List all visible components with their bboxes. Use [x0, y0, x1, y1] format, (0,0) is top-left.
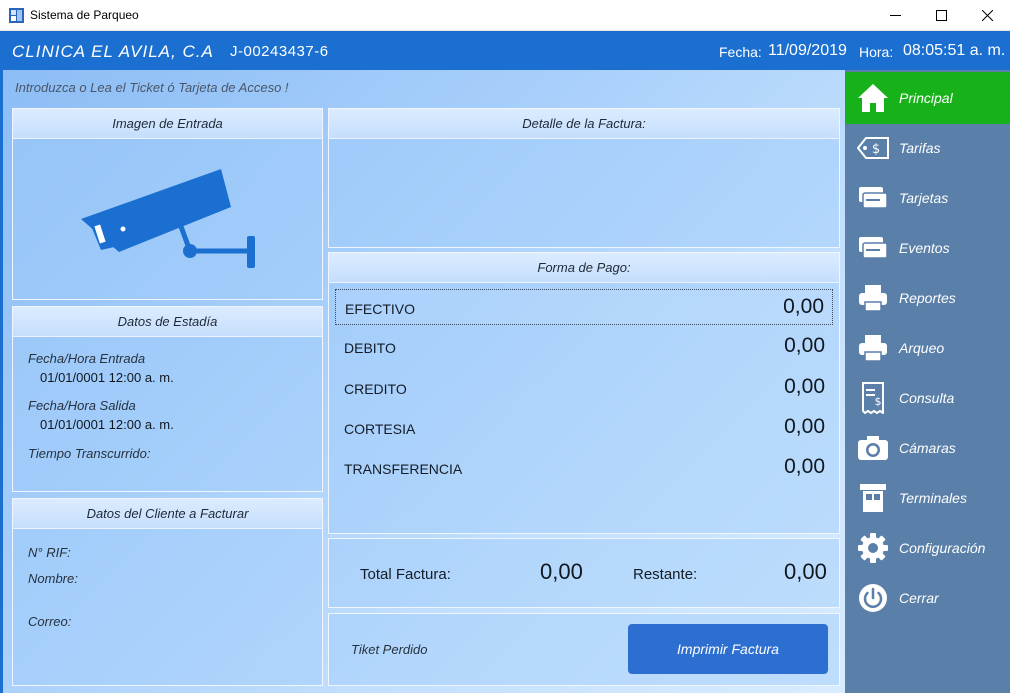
svg-text:$: $	[872, 142, 880, 157]
payment-method-name: CREDITO	[344, 381, 407, 397]
exit-datetime-value: 01/01/0001 12:00 a. m.	[40, 417, 174, 432]
main-content: Introduzca o Lea el Ticket ó Tarjeta de …	[0, 70, 845, 693]
payment-method-panel: Forma de Pago: EFECTIVO 0,00 DEBITO 0,00…	[328, 252, 840, 534]
elapsed-time-label: Tiempo Transcurrido:	[28, 446, 151, 461]
client-email-label: Correo:	[28, 614, 72, 629]
payment-method-name: DEBITO	[344, 340, 396, 356]
sidebar-item-principal[interactable]: Principal	[845, 72, 1010, 124]
sidebar-item-label: Configuración	[899, 540, 986, 556]
payment-amount: 0,00	[784, 334, 825, 357]
entry-datetime-label: Fecha/Hora Entrada	[28, 351, 146, 366]
booth-icon	[860, 484, 886, 512]
gear-icon	[858, 533, 888, 563]
payment-method-name: TRANSFERENCIA	[344, 461, 463, 477]
close-icon	[981, 10, 993, 21]
client-data-panel: Datos del Cliente a Facturar N° RIF: Nom…	[12, 498, 323, 686]
panel-title: Datos de Estadía	[13, 307, 322, 337]
sidebar-item-label: Terminales	[899, 490, 967, 506]
sidebar-item-label: Cámaras	[899, 440, 956, 456]
client-rif-label: N° RIF:	[28, 545, 71, 560]
entry-image-panel: Imagen de Entrada	[12, 108, 323, 300]
invoice-detail-panel: Detalle de la Factura:	[328, 108, 840, 248]
close-button[interactable]	[964, 0, 1010, 31]
sidebar-item-label: Tarifas	[899, 140, 941, 156]
payment-amount: 0,00	[784, 415, 825, 438]
time-label: Hora:	[859, 44, 894, 60]
sidebar-item-reportes[interactable]: Reportes	[845, 272, 1010, 324]
actions-panel: Tiket Perdido Imprimir Factura	[328, 613, 840, 686]
svg-text:$: $	[875, 395, 882, 408]
payment-amount: 0,00	[784, 375, 825, 398]
remaining-value: 0,00	[784, 559, 827, 584]
payment-row-transferencia[interactable]: TRANSFERENCIA 0,00	[335, 450, 833, 486]
cards-icon	[859, 237, 888, 259]
payment-method-name: EFECTIVO	[345, 301, 416, 317]
sidebar-item-label: Cerrar	[899, 590, 939, 606]
panel-title: Imagen de Entrada	[13, 109, 322, 139]
sidebar-item-tarifas[interactable]: $ Tarifas	[845, 122, 1010, 174]
payment-amount: 0,00	[783, 295, 824, 318]
panel-title: Forma de Pago:	[329, 253, 839, 283]
printer-icon	[859, 285, 887, 312]
company-name: CLINICA EL AVILA, C.A	[12, 42, 214, 61]
payment-row-efectivo[interactable]: EFECTIVO 0,00	[335, 289, 833, 325]
exit-datetime-label: Fecha/Hora Salida	[28, 398, 136, 413]
cards-icon	[859, 187, 888, 209]
stay-data-panel: Datos de Estadía Fecha/Hora Entrada 01/0…	[12, 306, 323, 492]
payment-row-debito[interactable]: DEBITO 0,00	[335, 329, 833, 365]
panel-title: Detalle de la Factura:	[329, 109, 839, 139]
maximize-button[interactable]	[918, 0, 964, 31]
sidebar-item-label: Reportes	[899, 290, 956, 306]
sidebar-item-label: Arqueo	[899, 340, 945, 356]
sidebar-item-camaras[interactable]: Cámaras	[845, 422, 1010, 474]
payment-method-name: CORTESIA	[344, 421, 416, 437]
lost-ticket-link[interactable]: Tiket Perdido	[351, 642, 427, 657]
total-invoice-label: Total Factura:	[360, 566, 451, 583]
payment-row-credito[interactable]: CREDITO 0,00	[335, 370, 833, 406]
app-header: CLINICA EL AVILA, C.A J-00243437-6 Fecha…	[0, 31, 1010, 70]
company-rif: J-00243437-6	[230, 43, 329, 60]
client-name-label: Nombre:	[28, 571, 78, 586]
home-icon	[858, 84, 888, 112]
camera-icon	[858, 436, 888, 460]
ticket-prompt: Introduzca o Lea el Ticket ó Tarjeta de …	[15, 80, 289, 95]
sidebar-item-label: Eventos	[899, 240, 950, 256]
date-label: Fecha:	[719, 44, 762, 60]
minimize-button[interactable]	[872, 0, 918, 31]
payment-amount: 0,00	[784, 455, 825, 478]
sidebar-item-cerrar[interactable]: Cerrar	[845, 572, 1010, 624]
sidebar-nav: Principal $ Tarifas Tarjetas Eventos Rep…	[845, 70, 1010, 693]
maximize-icon	[935, 10, 947, 21]
receipt-icon: $	[862, 382, 884, 414]
panel-title: Datos del Cliente a Facturar	[13, 499, 322, 529]
sidebar-item-label: Principal	[899, 90, 953, 106]
time-value: 08:05:51 a. m.	[903, 42, 1006, 59]
price-tag-icon: $	[857, 137, 889, 159]
power-icon	[859, 584, 887, 612]
security-camera-icon	[81, 169, 255, 268]
printer-icon	[859, 335, 887, 362]
sidebar-item-arqueo[interactable]: Arqueo	[845, 322, 1010, 374]
window-title: Sistema de Parqueo	[30, 8, 139, 22]
remaining-label: Restante:	[633, 566, 698, 583]
totals-panel: Total Factura: 0,00 Restante: 0,00	[328, 538, 840, 608]
window-titlebar: Sistema de Parqueo	[0, 0, 1010, 31]
minimize-icon	[889, 15, 901, 16]
sidebar-item-terminales[interactable]: Terminales	[845, 472, 1010, 524]
app-icon	[9, 8, 24, 23]
total-invoice-value: 0,00	[540, 559, 583, 584]
payment-row-cortesia[interactable]: CORTESIA 0,00	[335, 410, 833, 446]
sidebar-item-consulta[interactable]: $ Consulta	[845, 372, 1010, 424]
sidebar-item-label: Tarjetas	[899, 190, 949, 206]
print-invoice-button[interactable]: Imprimir Factura	[628, 624, 828, 674]
date-value: 11/09/2019	[768, 42, 847, 59]
entry-datetime-value: 01/01/0001 12:00 a. m.	[40, 370, 174, 385]
sidebar-item-configuracion[interactable]: Configuración	[845, 522, 1010, 574]
sidebar-item-tarjetas[interactable]: Tarjetas	[845, 172, 1010, 224]
sidebar-item-eventos[interactable]: Eventos	[845, 222, 1010, 274]
sidebar-item-label: Consulta	[899, 390, 955, 406]
